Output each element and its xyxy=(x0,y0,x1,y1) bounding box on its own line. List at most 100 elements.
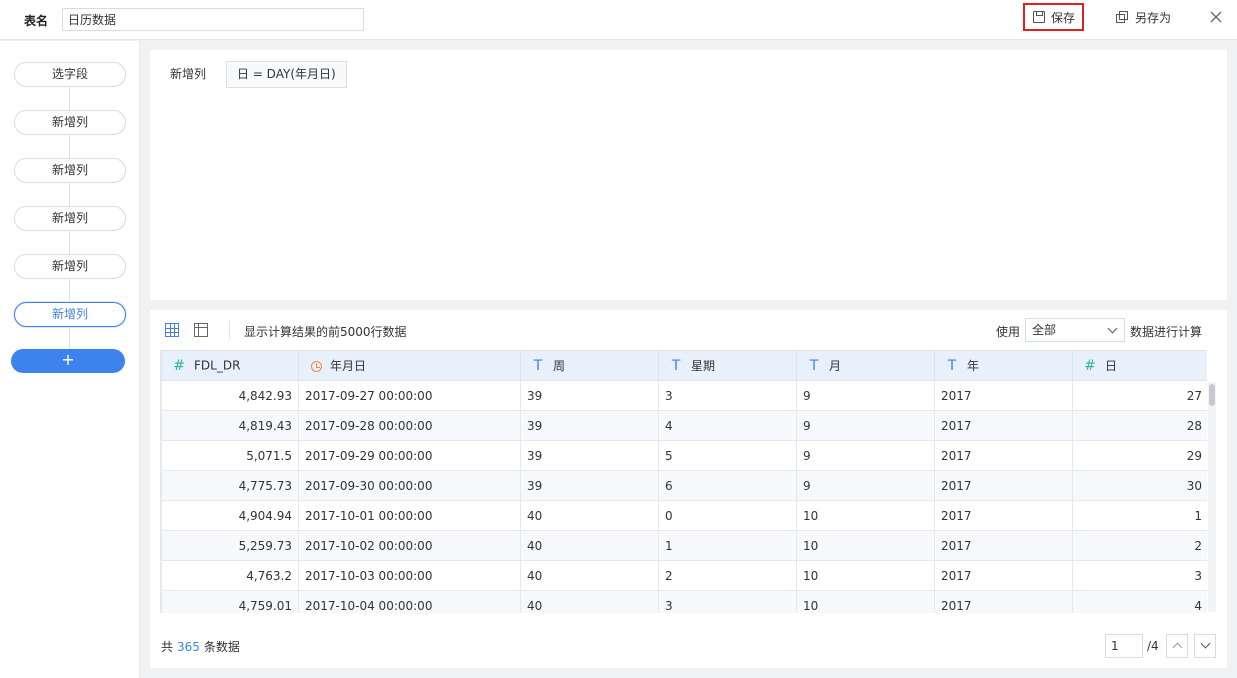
table-cell[interactable]: 1 xyxy=(658,530,797,561)
table-name-input[interactable] xyxy=(62,8,364,31)
table-cell[interactable]: 2017-09-29 00:00:00 xyxy=(298,440,521,471)
table-cell[interactable]: 9 xyxy=(796,410,935,441)
table-cell[interactable]: 5,071.5 xyxy=(161,440,299,471)
table-cell[interactable]: 39 xyxy=(520,440,659,471)
save-icon xyxy=(1033,11,1045,23)
table-row[interactable]: 4,775.73 2017-09-30 00:00:00 39 6 9 2017 30 xyxy=(161,470,1207,501)
table-cell[interactable]: 9 xyxy=(796,470,935,501)
table-cell[interactable]: 40 xyxy=(520,530,659,561)
toolbar-divider xyxy=(229,321,230,339)
table-cell[interactable]: 39 xyxy=(520,470,659,501)
step-item[interactable]: 新增列 xyxy=(14,158,126,183)
table-cell[interactable]: 2017-10-02 00:00:00 xyxy=(298,530,521,561)
table-cell[interactable]: 2017 xyxy=(934,410,1073,441)
step-item[interactable]: 新增列 xyxy=(14,254,126,279)
text-type-icon: T xyxy=(671,358,681,375)
page-number-input[interactable] xyxy=(1105,634,1143,658)
table-row[interactable]: 4,759.01 2017-10-04 00:00:00 40 3 10 2017 4 xyxy=(161,590,1207,613)
table-cell[interactable]: 10 xyxy=(796,590,935,613)
layout-view-icon[interactable] xyxy=(194,323,208,337)
table-cell[interactable]: 2017-09-28 00:00:00 xyxy=(298,410,521,441)
table-row[interactable]: 5,259.73 2017-10-02 00:00:00 40 1 10 2017 2 xyxy=(161,530,1207,561)
step-item[interactable]: 新增列 xyxy=(14,206,126,231)
table-cell[interactable]: 2017 xyxy=(934,440,1073,471)
table-cell[interactable]: 10 xyxy=(796,530,935,561)
next-page-button[interactable] xyxy=(1194,634,1216,658)
table-cell[interactable]: 4,819.43 xyxy=(161,410,299,441)
column-header[interactable]: T周 xyxy=(520,350,659,381)
table-header-row: # FDL_DR 年月日 T 周 T 星期 T 月 T 年 # 日 xyxy=(161,350,1207,381)
column-header[interactable]: # 日 xyxy=(1072,350,1207,381)
step-item[interactable]: 选字段 xyxy=(14,62,126,87)
column-header-label: 年 xyxy=(967,358,980,373)
column-header-label: 星期 xyxy=(691,358,716,373)
step-item[interactable]: 新增列 xyxy=(14,302,126,327)
table-row[interactable]: 4,819.43 2017-09-28 00:00:00 39 4 9 2017 28 xyxy=(161,410,1207,441)
save-button[interactable]: 保存 xyxy=(1023,3,1084,31)
table-cell[interactable]: 3 xyxy=(658,380,797,411)
table-cell[interactable]: 9 xyxy=(796,380,935,411)
table-cell[interactable]: 2017-09-30 00:00:00 xyxy=(298,470,521,501)
column-header[interactable]: # FDL_DR xyxy=(161,350,299,381)
table-cell[interactable]: 30 xyxy=(1072,470,1207,501)
table-cell[interactable]: 4,842.93 xyxy=(161,380,299,411)
save-as-button[interactable]: 另存为 xyxy=(1116,3,1186,31)
table-view-icon[interactable] xyxy=(165,323,179,337)
add-step-button[interactable]: + xyxy=(11,349,125,373)
table-cell[interactable]: 39 xyxy=(520,410,659,441)
table-cell[interactable]: 5,259.73 xyxy=(161,530,299,561)
table-cell[interactable]: 4,759.01 xyxy=(161,590,299,613)
table-cell[interactable]: 29 xyxy=(1072,440,1207,471)
table-cell[interactable]: 2017 xyxy=(934,590,1073,613)
table-cell[interactable]: 2017 xyxy=(934,470,1073,501)
step-item[interactable]: 新增列 xyxy=(14,110,126,135)
table-cell[interactable]: 2017-10-04 00:00:00 xyxy=(298,590,521,613)
table-cell[interactable]: 40 xyxy=(520,500,659,531)
chevron-down-icon xyxy=(1200,638,1211,649)
table-cell[interactable]: 2017 xyxy=(934,500,1073,531)
table-cell[interactable]: 28 xyxy=(1072,410,1207,441)
table-cell[interactable]: 2017 xyxy=(934,530,1073,561)
table-cell[interactable]: 10 xyxy=(796,560,935,591)
data-scope-select[interactable]: 全部 xyxy=(1025,318,1125,342)
table-cell[interactable]: 4,775.73 xyxy=(161,470,299,501)
formula-expression-tag[interactable]: 日 = DAY(年月日) xyxy=(226,61,347,88)
table-cell[interactable]: 3 xyxy=(1072,560,1207,591)
table-row[interactable]: 5,071.5 2017-09-29 00:00:00 39 5 9 2017 29 xyxy=(161,440,1207,471)
table-cell[interactable]: 2 xyxy=(1072,530,1207,561)
table-cell[interactable]: 40 xyxy=(520,590,659,613)
table-row[interactable]: 4,904.94 2017-10-01 00:00:00 40 0 10 2017 1 xyxy=(161,500,1207,531)
table-cell[interactable]: 2017-10-03 00:00:00 xyxy=(298,560,521,591)
table-cell[interactable]: 10 xyxy=(796,500,935,531)
table-cell[interactable]: 6 xyxy=(658,470,797,501)
table-cell[interactable]: 9 xyxy=(796,440,935,471)
table-cell[interactable]: 2017-10-01 00:00:00 xyxy=(298,500,521,531)
column-header[interactable]: T月 xyxy=(796,350,935,381)
table-cell[interactable]: 39 xyxy=(520,380,659,411)
table-cell[interactable]: 4 xyxy=(1072,590,1207,613)
table-cell[interactable]: 4 xyxy=(658,410,797,441)
table-cell[interactable]: 4,904.94 xyxy=(161,500,299,531)
table-cell[interactable]: 3 xyxy=(658,590,797,613)
column-header[interactable]: T 星期 xyxy=(658,350,797,381)
table-scrollbar[interactable] xyxy=(1208,382,1216,612)
table-row[interactable]: 4,842.93 2017-09-27 00:00:00 39 3 9 2017 27 xyxy=(161,380,1207,411)
column-header[interactable]: 年月日 xyxy=(298,350,521,381)
table-cell[interactable]: 2017 xyxy=(934,380,1073,411)
close-button[interactable] xyxy=(1209,9,1225,25)
table-cell[interactable]: 4,763.2 xyxy=(161,560,299,591)
table-row[interactable]: 4,763.2 2017-10-03 00:00:00 40 2 10 2017 3 xyxy=(161,560,1207,591)
data-table-container: # FDL_DR 年月日 T 周 T 星期 T 月 T 年 # 日 4,842.93 2017-09-27… xyxy=(160,350,1207,613)
page-total: /4 xyxy=(1147,639,1159,653)
table-cell[interactable]: 0 xyxy=(658,500,797,531)
table-cell[interactable]: 2 xyxy=(658,560,797,591)
scrollbar-thumb[interactable] xyxy=(1209,384,1215,406)
table-cell[interactable]: 1 xyxy=(1072,500,1207,531)
table-cell[interactable]: 5 xyxy=(658,440,797,471)
prev-page-button[interactable] xyxy=(1166,634,1188,658)
table-cell[interactable]: 40 xyxy=(520,560,659,591)
table-cell[interactable]: 2017 xyxy=(934,560,1073,591)
table-cell[interactable]: 27 xyxy=(1072,380,1207,411)
table-cell[interactable]: 2017-09-27 00:00:00 xyxy=(298,380,521,411)
column-header[interactable]: T年 xyxy=(934,350,1073,381)
